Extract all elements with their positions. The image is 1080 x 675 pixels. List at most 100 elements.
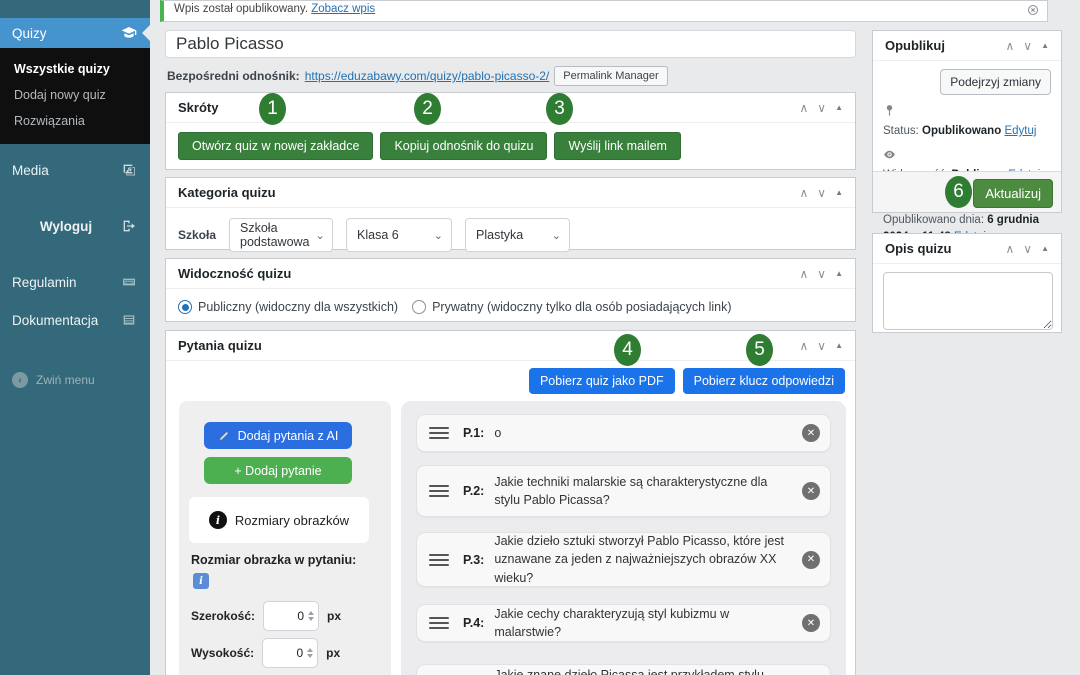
publish-panel-header[interactable]: Opublikuj ∧ ∨ ▲: [873, 31, 1061, 61]
step-badge-1: 1: [259, 93, 286, 125]
question-number: P.4:: [463, 616, 484, 630]
sidebar-item-add-quiz[interactable]: Dodaj nowy quiz: [0, 82, 150, 108]
private-radio-label: Prywatny (widoczny tylko dla osób posiad…: [432, 300, 731, 314]
move-up-icon[interactable]: ∧: [799, 267, 808, 281]
sidebar-item-quizy[interactable]: Quizy: [0, 18, 150, 48]
chevron-down-icon: ⌄: [552, 229, 561, 242]
move-up-icon[interactable]: ∧: [1005, 39, 1014, 53]
collapse-menu-button[interactable]: ‹ Zwiń menu: [0, 364, 150, 396]
delete-question-icon[interactable]: ✕: [802, 482, 820, 500]
questions-panel: Pytania quizu ∧ ∨ ▲ 4 5 Pobierz quiz jak…: [165, 330, 856, 675]
download-answer-key-button[interactable]: Pobierz klucz odpowiedzi: [683, 368, 845, 394]
sidebar-item-media[interactable]: Media: [0, 154, 150, 186]
delete-question-icon[interactable]: ✕: [802, 614, 820, 632]
move-down-icon[interactable]: ∨: [817, 186, 826, 200]
move-down-icon[interactable]: ∨: [817, 267, 826, 281]
question-text: Jakie dzieło sztuki stworzył Pablo Picas…: [494, 532, 802, 586]
stepper-icon[interactable]: [308, 611, 314, 621]
class-select[interactable]: Klasa 6 ⌄: [346, 218, 452, 252]
send-link-email-button[interactable]: Wyślij link mailem: [554, 132, 681, 160]
question-row[interactable]: P.2: Jakie techniki malarskie są charakt…: [416, 465, 831, 517]
publish-footer: 6 Aktualizuj: [873, 171, 1061, 212]
toggle-panel-icon[interactable]: ▲: [1041, 244, 1049, 253]
toggle-panel-icon[interactable]: ▲: [835, 341, 843, 350]
category-panel: Kategoria quizu ∧ ∨ ▲ Szkoła Szkoła pods…: [165, 177, 856, 250]
width-input[interactable]: 0: [263, 601, 319, 631]
sidebar-item-documentation[interactable]: Dokumentacja: [0, 304, 150, 336]
view-post-link[interactable]: Zobacz wpis: [311, 3, 375, 15]
open-quiz-new-tab-button[interactable]: Otwórz quiz w nowej zakładce: [178, 132, 373, 160]
quizy-submenu: Wszystkie quizy Dodaj nowy quiz Rozwiąza…: [0, 48, 150, 144]
info-icon[interactable]: i: [193, 573, 209, 589]
add-questions-ai-button[interactable]: Dodaj pytania z AI: [204, 422, 352, 449]
shortcuts-panel: Skróty ∧ ∨ ▲ 1 2 3 Otwórz quiz w nowej z…: [165, 92, 856, 170]
move-down-icon[interactable]: ∨: [1023, 39, 1032, 53]
edit-status-link[interactable]: Edytuj: [1004, 125, 1036, 137]
admin-sidebar: Quizy Wszystkie quizy Dodaj nowy quiz Ro…: [0, 0, 150, 675]
description-panel-header[interactable]: Opis quizu ∧ ∨ ▲: [873, 234, 1061, 264]
drag-handle-icon[interactable]: [429, 554, 449, 566]
question-row[interactable]: P.1: o ✕: [416, 414, 831, 452]
preview-changes-button[interactable]: Podejrzyj zmiany: [940, 69, 1051, 95]
move-up-icon[interactable]: ∧: [1005, 242, 1014, 256]
panel-title: Widoczność quizu: [178, 266, 799, 281]
move-up-icon[interactable]: ∧: [799, 186, 808, 200]
school-label: Szkoła: [178, 228, 216, 242]
height-input[interactable]: 0: [262, 638, 318, 668]
sidebar-item-solutions[interactable]: Rozwiązania: [0, 108, 150, 134]
permalink-url[interactable]: https://eduzabawy.com/quizy/pablo-picass…: [305, 69, 550, 83]
radio-unchecked-icon[interactable]: [412, 300, 426, 314]
sidebar-item-all-quizzes[interactable]: Wszystkie quizy: [0, 56, 150, 82]
toggle-panel-icon[interactable]: ▲: [835, 269, 843, 278]
download-pdf-button[interactable]: Pobierz quiz jako PDF: [529, 368, 675, 394]
question-text: Jakie techniki malarskie są charakteryst…: [494, 473, 802, 509]
question-number: P.3:: [463, 553, 484, 567]
delete-question-icon[interactable]: ✕: [802, 424, 820, 442]
quiz-title-input[interactable]: [165, 30, 856, 58]
stepper-icon[interactable]: [307, 648, 313, 658]
add-button-label: Dodaj pytanie: [245, 464, 321, 478]
move-down-icon[interactable]: ∨: [817, 339, 826, 353]
move-up-icon[interactable]: ∧: [799, 101, 808, 115]
public-radio-option[interactable]: Publiczny (widoczny dla wszystkich): [178, 300, 398, 314]
move-down-icon[interactable]: ∨: [817, 101, 826, 115]
subject-select[interactable]: Plastyka ⌄: [465, 218, 570, 252]
drag-handle-icon[interactable]: [429, 485, 449, 497]
logout-icon: [120, 217, 138, 235]
delete-question-icon[interactable]: ✕: [802, 551, 820, 569]
dismiss-icon[interactable]: [1027, 3, 1039, 19]
toggle-panel-icon[interactable]: ▲: [835, 103, 843, 112]
question-row[interactable]: P.3: Jakie dzieło sztuki stworzył Pablo …: [416, 532, 831, 587]
toggle-panel-icon[interactable]: ▲: [835, 188, 843, 197]
private-radio-option[interactable]: Prywatny (widoczny tylko dla osób posiad…: [412, 300, 731, 314]
visibility-panel-header[interactable]: Widoczność quizu ∧ ∨ ▲: [166, 259, 855, 289]
school-type-select[interactable]: Szkoła podstawowa ⌄: [229, 218, 333, 252]
radio-checked-icon[interactable]: [178, 300, 192, 314]
question-row[interactable]: P.5: Jakie znane dzieło Picassa jest prz…: [416, 664, 831, 675]
copy-quiz-link-button[interactable]: Kopiuj odnośnik do quizu: [380, 132, 547, 160]
plus-icon: +: [234, 464, 241, 478]
move-up-icon[interactable]: ∧: [799, 339, 808, 353]
add-question-button[interactable]: + Dodaj pytanie: [204, 457, 352, 484]
sidebar-item-logout[interactable]: Wyloguj: [0, 210, 150, 242]
select-value: Plastyka: [476, 228, 523, 242]
step-badge-5: 5: [746, 334, 773, 366]
drag-handle-icon[interactable]: [429, 427, 449, 439]
category-panel-header[interactable]: Kategoria quizu ∧ ∨ ▲: [166, 178, 855, 208]
panel-title: Kategoria quizu: [178, 185, 799, 200]
update-button[interactable]: Aktualizuj: [973, 179, 1053, 208]
chevron-down-icon: ⌄: [316, 229, 325, 242]
visibility-panel: Widoczność quizu ∧ ∨ ▲ Publiczny (widocz…: [165, 258, 856, 322]
move-down-icon[interactable]: ∨: [1023, 242, 1032, 256]
notice-text: Wpis został opublikowany.: [174, 3, 308, 15]
sidebar-item-label: Wyloguj: [12, 219, 120, 234]
drag-handle-icon[interactable]: [429, 617, 449, 629]
toggle-panel-icon[interactable]: ▲: [1041, 41, 1049, 50]
permalink-manager-button[interactable]: Permalink Manager: [554, 66, 667, 86]
question-text: Jakie cechy charakteryzują styl kubizmu …: [494, 605, 802, 641]
status-row: Status: Opublikowano Edytuj: [883, 103, 1051, 140]
quiz-description-textarea[interactable]: [883, 272, 1053, 330]
question-row[interactable]: P.4: Jakie cechy charakteryzują styl kub…: [416, 604, 831, 642]
published-notice: Wpis został opublikowany. Zobacz wpis: [160, 0, 1048, 22]
sidebar-item-terms[interactable]: Regulamin: [0, 266, 150, 298]
